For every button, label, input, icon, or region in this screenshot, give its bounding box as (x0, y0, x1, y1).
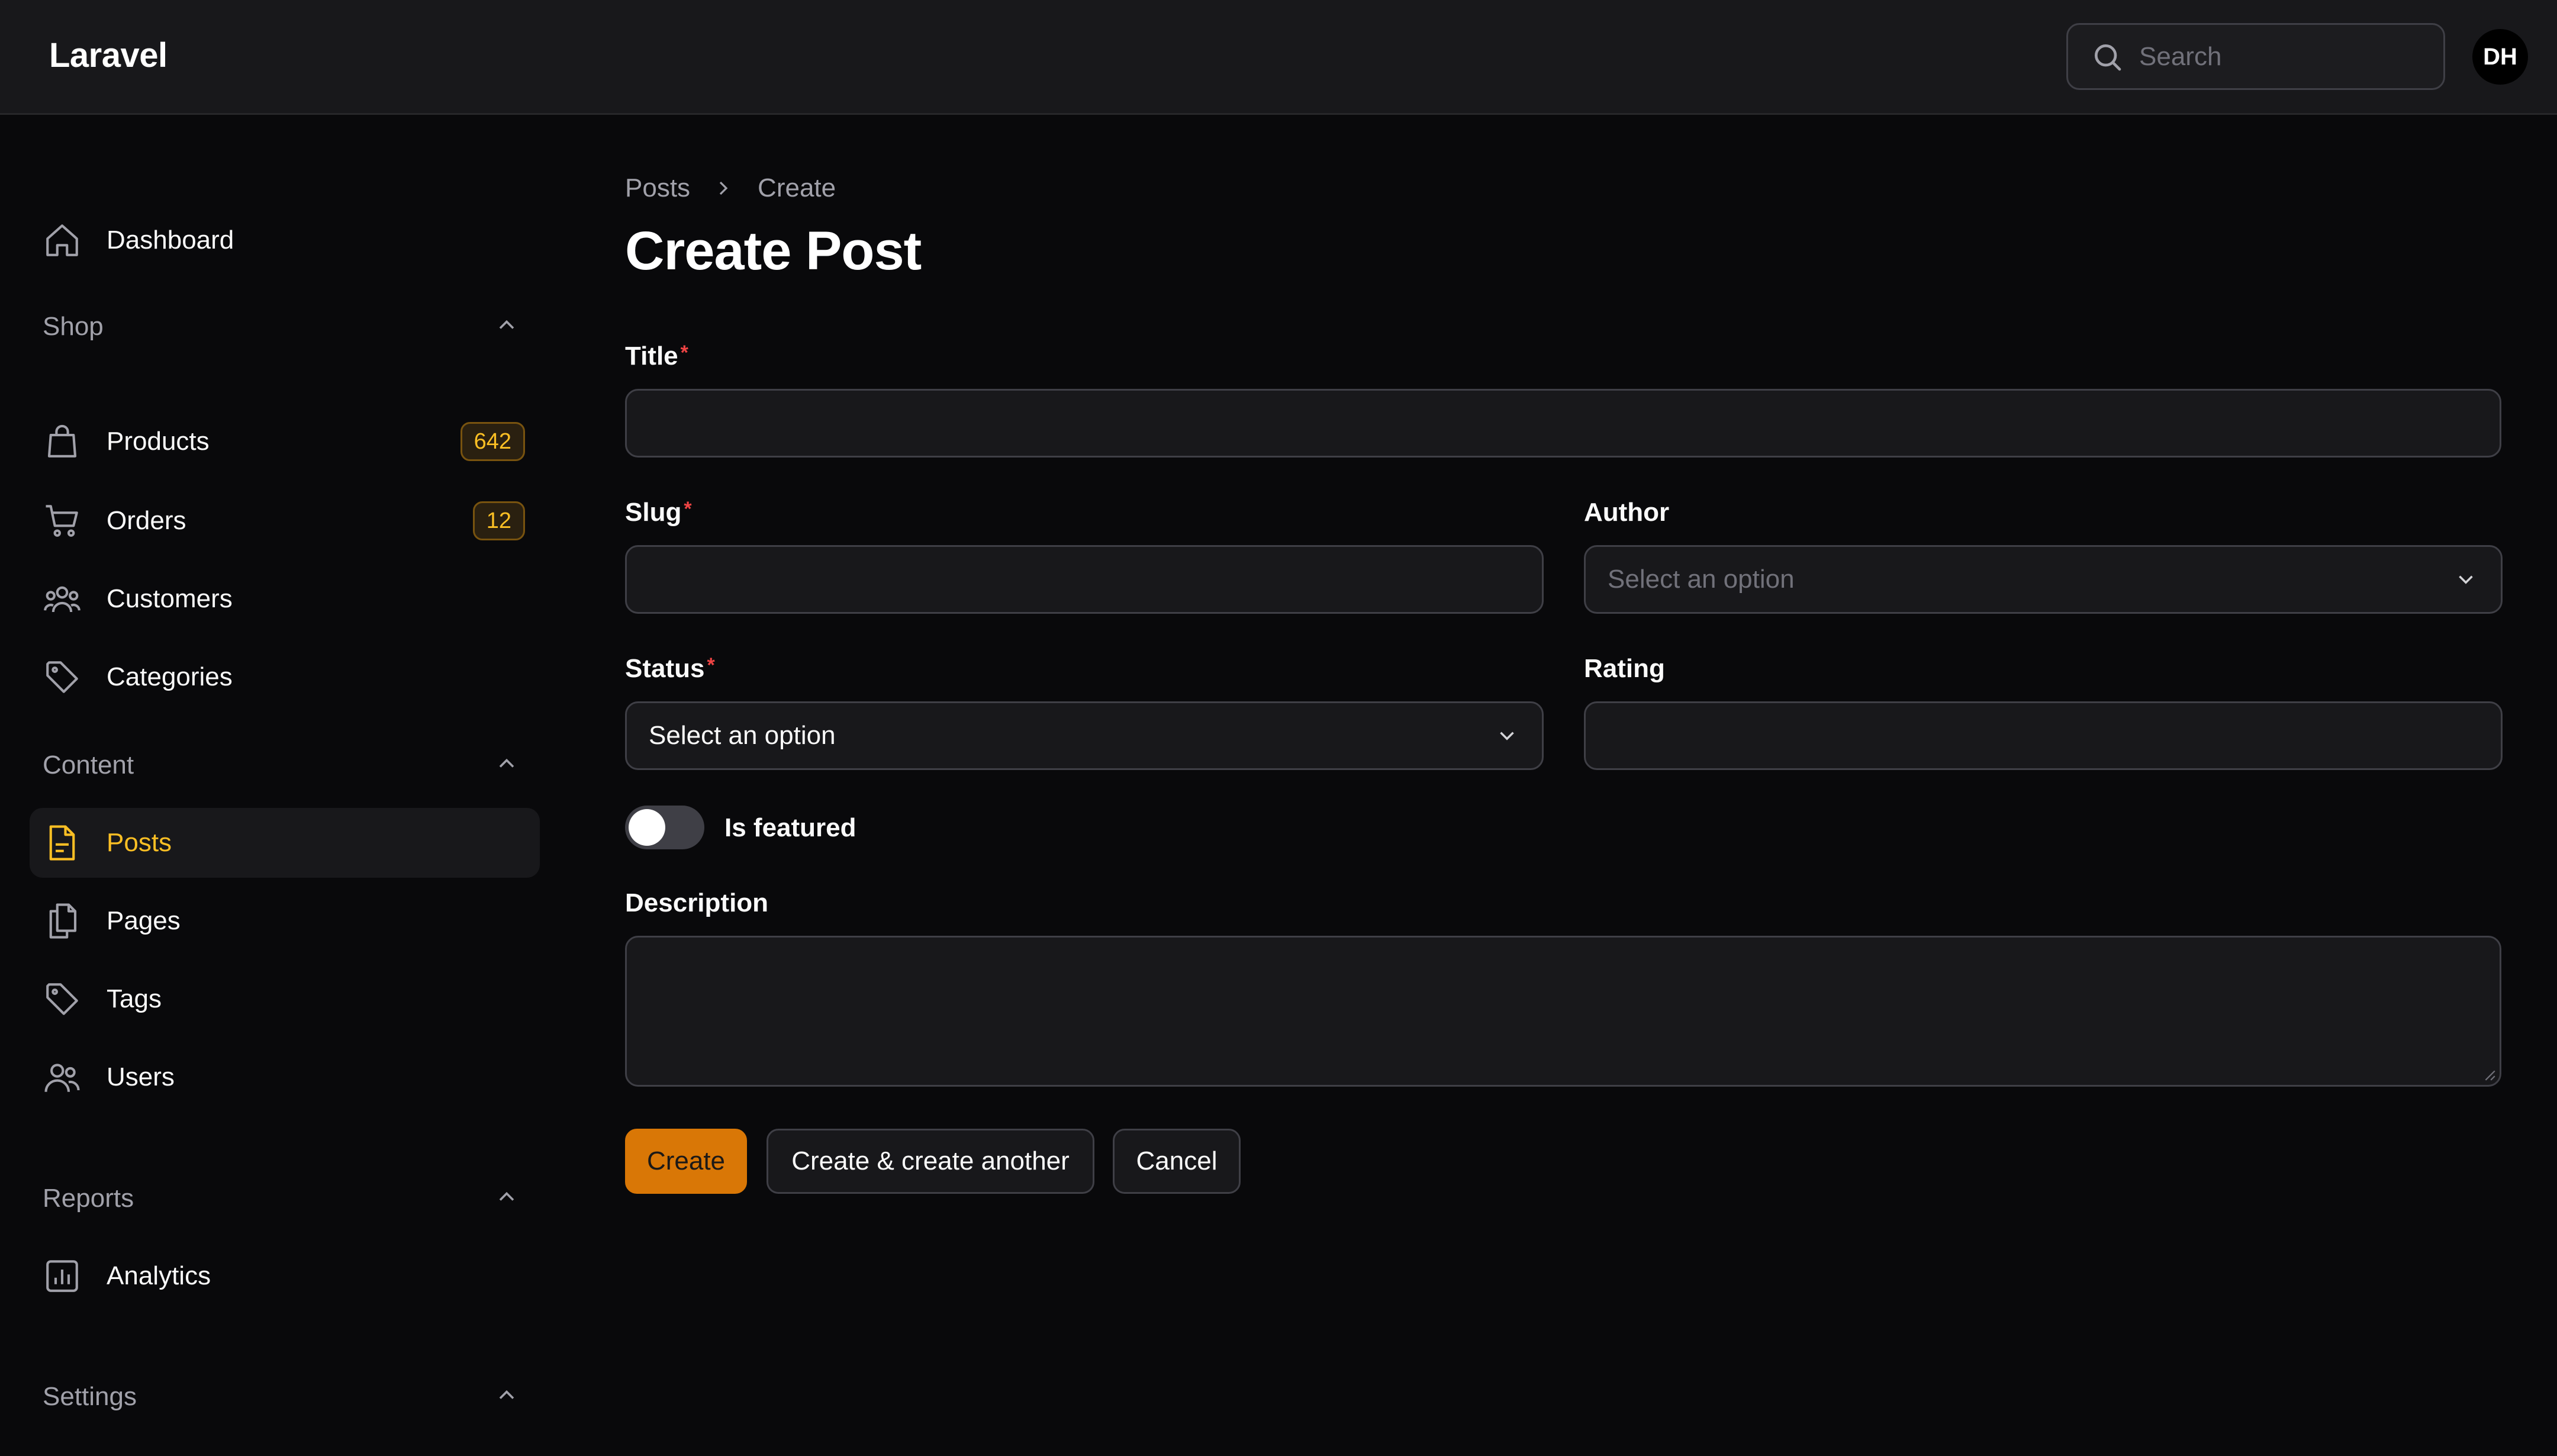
slug-label-text: Slug (625, 498, 682, 527)
sidebar-item-posts[interactable]: Posts (30, 808, 540, 878)
document-text-icon (49, 825, 75, 861)
tag-icon (46, 983, 78, 1015)
status-select[interactable]: Select an option (625, 701, 1544, 770)
search-icon (2095, 44, 2121, 70)
users-group-icon (44, 586, 80, 613)
rating-label-text: Rating (1584, 654, 1665, 683)
breadcrumb-create: Create (758, 173, 836, 202)
count-badge: 12 (472, 501, 525, 540)
description-textarea[interactable] (625, 936, 2501, 1087)
chevron-right-icon (719, 181, 728, 195)
group-label-settings: Settings (43, 1382, 137, 1411)
sidebar-item-orders[interactable]: Orders 12 (30, 486, 540, 556)
count-badge: 642 (460, 422, 525, 461)
create-another-button[interactable]: Create & create another (767, 1129, 1094, 1194)
is-featured-toggle[interactable] (625, 806, 704, 849)
description-label: Description (625, 888, 768, 918)
slug-input[interactable] (625, 545, 1544, 614)
sidebar-item-users[interactable]: Users (30, 1042, 540, 1112)
sidebar: Dashboard Shop Products 642 Orders 12 Cu… (0, 117, 545, 1456)
sidebar-item-label: Users (107, 1062, 175, 1091)
toggle-knob (629, 809, 665, 846)
global-search[interactable] (2066, 23, 2445, 90)
chevron-down-icon (2459, 575, 2473, 584)
create-button[interactable]: Create (625, 1129, 747, 1194)
sidebar-item-label: Analytics (107, 1261, 211, 1290)
top-bar: Laravel DH (0, 0, 2557, 115)
sidebar-item-label: Orders (107, 506, 186, 535)
title-label: Title * (625, 342, 688, 371)
tag-icon (46, 661, 78, 693)
group-label-content: Content (43, 750, 134, 779)
sidebar-item-customers[interactable]: Customers (30, 564, 540, 634)
brand-logo[interactable]: Laravel (49, 36, 168, 75)
author-label: Author (1584, 498, 1669, 527)
user-avatar[interactable]: DH (2472, 29, 2528, 85)
shopping-bag-icon (47, 424, 77, 458)
status-label-text: Status (625, 654, 705, 683)
cancel-button[interactable]: Cancel (1113, 1129, 1241, 1194)
chevron-up-icon[interactable] (494, 1382, 520, 1408)
required-marker: * (684, 498, 692, 520)
title-input[interactable] (625, 389, 2501, 458)
sidebar-item-label: Pages (107, 906, 181, 935)
sidebar-item-dashboard[interactable]: Dashboard (30, 205, 540, 275)
sidebar-item-label: Tags (107, 984, 162, 1013)
page-title: Create Post (625, 221, 922, 281)
documents-icon (49, 903, 77, 939)
home-icon (46, 224, 78, 256)
chart-bar-icon (46, 1260, 78, 1292)
search-input[interactable] (2139, 41, 2423, 72)
group-label-reports: Reports (43, 1184, 134, 1213)
sidebar-item-label: Categories (107, 662, 233, 691)
group-label-shop: Shop (43, 312, 104, 341)
sidebar-item-label: Dashboard (107, 226, 234, 255)
sidebar-item-pages[interactable]: Pages (30, 886, 540, 956)
shopping-cart-icon (46, 505, 78, 537)
rating-label: Rating (1584, 654, 1665, 684)
required-marker: * (680, 342, 688, 364)
breadcrumb: Posts Create (625, 173, 836, 203)
sidebar-item-label: Posts (107, 828, 172, 857)
sidebar-item-categories[interactable]: Categories (30, 642, 540, 712)
title-label-text: Title (625, 342, 678, 371)
breadcrumb-posts[interactable]: Posts (625, 173, 690, 203)
sidebar-item-tags[interactable]: Tags (30, 964, 540, 1034)
description-label-text: Description (625, 888, 769, 917)
author-label-text: Author (1584, 498, 1670, 527)
status-select-value: Select an option (649, 721, 836, 750)
rating-input[interactable] (1584, 701, 2503, 770)
chevron-up-icon[interactable] (494, 312, 520, 338)
chevron-down-icon (1500, 732, 1514, 740)
sidebar-item-label: Customers (107, 584, 233, 613)
chevron-up-icon[interactable] (494, 750, 520, 777)
resize-grip-icon[interactable] (2483, 1068, 2496, 1081)
sidebar-item-label: Products (107, 427, 210, 456)
author-select[interactable]: Select an option (1584, 545, 2503, 614)
sidebar-item-products[interactable]: Products 642 (30, 407, 540, 476)
chevron-up-icon[interactable] (494, 1184, 520, 1210)
required-marker: * (707, 654, 715, 677)
status-label: Status * (625, 654, 715, 684)
slug-label: Slug * (625, 498, 692, 527)
author-select-value: Select an option (1608, 565, 1795, 594)
users-icon (44, 1064, 80, 1092)
sidebar-item-analytics[interactable]: Analytics (30, 1241, 540, 1311)
is-featured-label: Is featured (724, 813, 856, 842)
